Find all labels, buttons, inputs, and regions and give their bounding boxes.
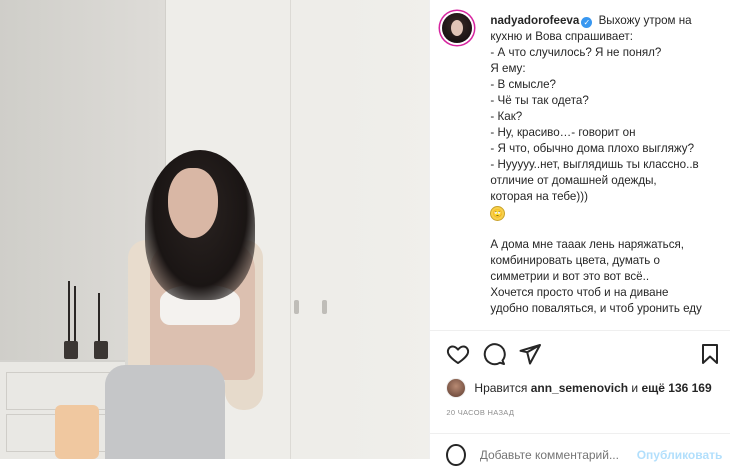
caption-line: А дома мне тааак лень наряжаться, xyxy=(490,238,684,251)
caption-emoji-line: 🙄 xyxy=(490,205,728,221)
author-username[interactable]: nadyadorofeeva xyxy=(490,14,579,27)
emoji-picker-icon[interactable] xyxy=(446,444,466,466)
caption-line: - А что случилось? Я не понял? xyxy=(490,46,662,59)
instagram-post: nadyadorofeeva ✓ Выхожу утром на кухню и … xyxy=(0,0,730,466)
section-divider xyxy=(430,433,730,434)
photo-figure-face xyxy=(168,168,218,238)
caption-line: - Чё ты так одета? xyxy=(490,94,589,107)
photo-diffuser-stick xyxy=(98,293,100,341)
photo-cabinet-door xyxy=(290,0,351,459)
caption-line: Я ему: xyxy=(490,62,526,75)
photo-phone xyxy=(55,405,99,459)
post-photo[interactable] xyxy=(0,0,430,459)
liker-username[interactable]: ann_semenovich xyxy=(531,381,628,395)
caption-line: - Я что, обычно дома плохо выгляжу? xyxy=(490,142,695,155)
caption-line: удобно поваляться, и чтоб уронить еду xyxy=(490,302,702,315)
section-divider xyxy=(430,330,730,331)
photo-cabinet-handle xyxy=(294,300,299,314)
photo-diffuser xyxy=(64,341,78,359)
caption-line: комбинировать цвета, думать о xyxy=(490,254,660,267)
photo-cabinet-handle xyxy=(322,300,327,314)
caption-line: кухню и Вова спрашивает: xyxy=(490,30,633,43)
liker-avatar[interactable] xyxy=(446,378,467,398)
likes-prefix: Нравится xyxy=(474,381,528,395)
post-timestamp[interactable]: 20 ЧАСОВ НАЗАД xyxy=(446,408,514,417)
author-avatar[interactable] xyxy=(442,13,473,43)
post-sidebar: nadyadorofeeva ✓ Выхожу утром на кухню и … xyxy=(429,0,730,466)
caption-line: отличие от домашней одежды, xyxy=(490,174,657,187)
share-icon[interactable] xyxy=(518,342,542,366)
comment-input[interactable] xyxy=(477,447,637,463)
bookmark-icon[interactable] xyxy=(698,342,722,366)
photo-figure-pants xyxy=(105,365,225,459)
action-bar xyxy=(446,342,722,368)
likes-summary: Нравится ann_semenovich и ещё 136 169 xyxy=(446,378,712,398)
likes-count[interactable]: ещё 136 169 xyxy=(641,381,711,395)
caption-line: Хочется просто чтоб и на диване xyxy=(490,286,669,299)
caption-line: симметрии и вот это вот всё.. xyxy=(490,270,650,283)
caption-line: - В смысле? xyxy=(490,78,557,91)
verified-badge-icon: ✓ xyxy=(581,17,593,28)
author-avatar-face xyxy=(451,20,464,36)
publish-button[interactable]: Опубликовать xyxy=(637,448,723,462)
photo-diffuser-stick xyxy=(68,281,70,341)
caption-line: - Нууууу..нет, выглядишь ты классно..в xyxy=(490,158,699,171)
caption-line: - Как? xyxy=(490,110,523,123)
photo-diffuser-stick xyxy=(74,286,76,341)
likes-middle: и xyxy=(631,381,639,395)
comment-bar: Опубликовать xyxy=(446,444,723,466)
caption-line: Выхожу утром на xyxy=(598,14,692,27)
caption-area[interactable]: nadyadorofeeva ✓ Выхожу утром на кухню и … xyxy=(430,0,730,330)
comment-icon[interactable] xyxy=(482,342,507,366)
caption-text: nadyadorofeeva ✓ Выхожу утром на кухню и … xyxy=(490,13,728,317)
caption-line: - Ну, красиво…- говорит он xyxy=(490,126,636,139)
photo-diffuser xyxy=(94,341,108,359)
caption-line: которая на тебе))) xyxy=(490,190,588,203)
caption-row: nadyadorofeeva ✓ Выхожу утром на кухню и … xyxy=(442,13,728,317)
heart-icon[interactable] xyxy=(446,342,470,366)
eye-roll-emoji-icon: 🙄 xyxy=(490,206,506,221)
